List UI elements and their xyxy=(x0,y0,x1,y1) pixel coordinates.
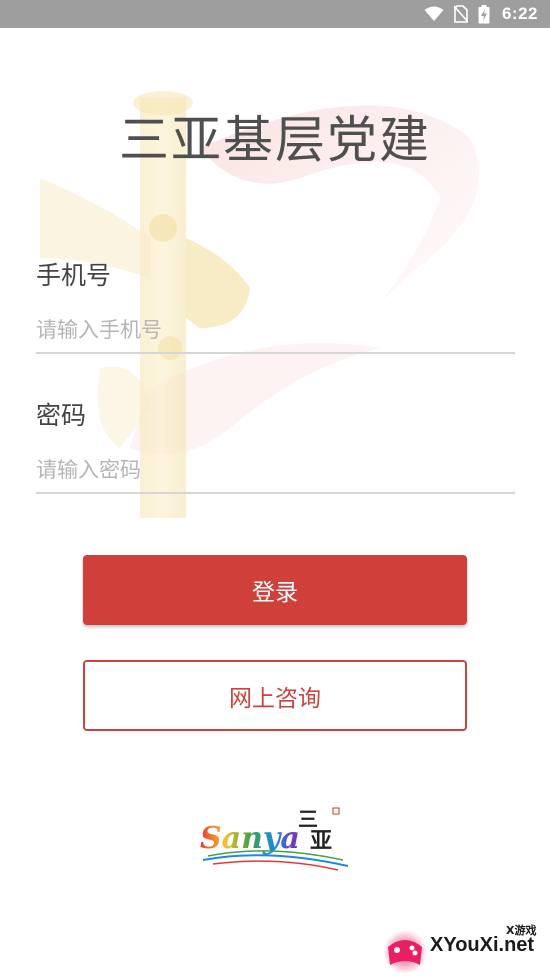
login-screen: 6:22 三亚基层党建 手机号 密码 xyxy=(0,0,550,977)
status-time: 6:22 xyxy=(501,4,538,23)
no-sim-icon xyxy=(453,5,468,23)
login-button[interactable]: 登录 xyxy=(83,555,467,625)
site-watermark: X游戏 XYouXi.net xyxy=(380,922,550,977)
sanya-logo: Sanya 三 亚 xyxy=(200,807,349,871)
wifi-icon xyxy=(424,6,444,22)
online-consult-button[interactable]: 网上咨询 xyxy=(83,660,467,731)
watermark-site-text: XYouXi.net xyxy=(430,934,535,956)
battery-charging-icon xyxy=(478,4,490,24)
status-bar: 6:22 xyxy=(0,0,550,28)
gamepad-logo-icon xyxy=(383,929,427,974)
svg-text:亚: 亚 xyxy=(310,828,332,854)
app-title: 三亚基层党建 xyxy=(119,111,431,169)
phone-input[interactable] xyxy=(36,308,515,354)
password-label: 密码 xyxy=(36,401,87,430)
password-input[interactable] xyxy=(36,448,515,494)
phone-label: 手机号 xyxy=(36,261,112,290)
